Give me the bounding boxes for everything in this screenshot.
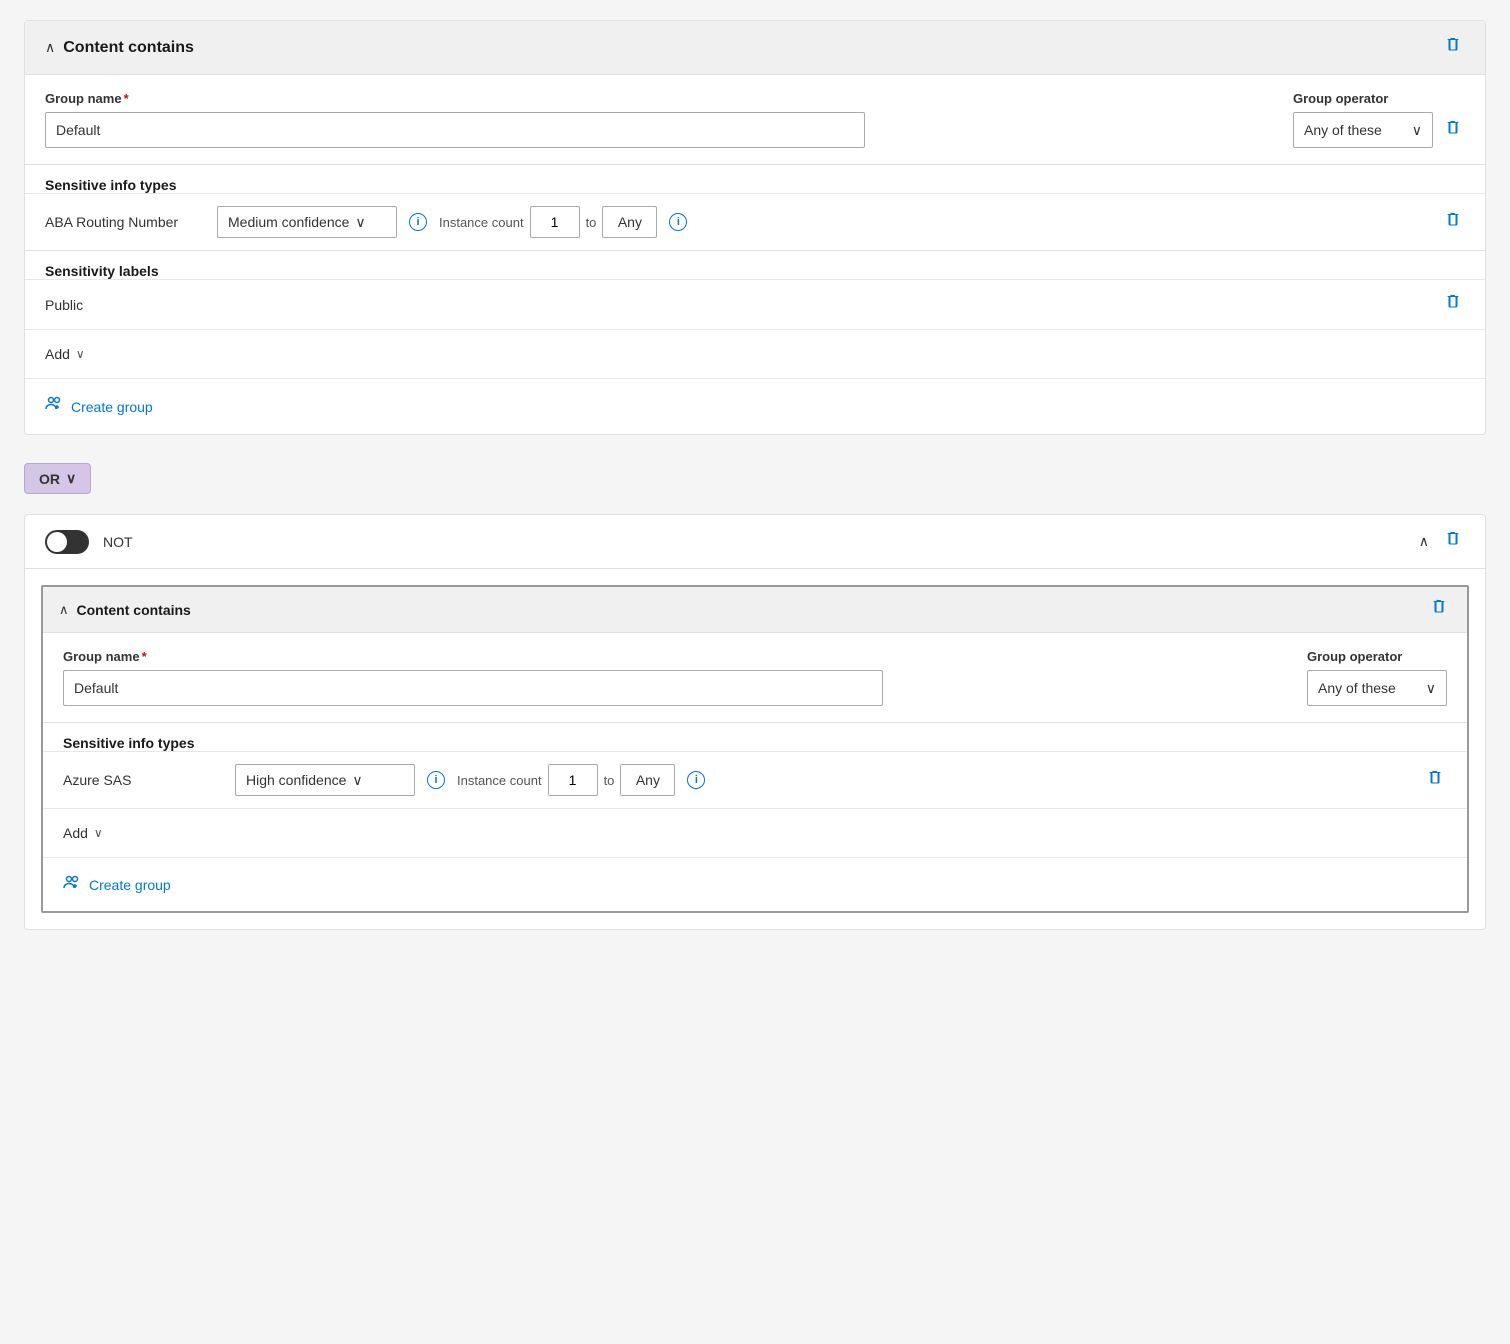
or-section: OR ∨ [24,451,1486,506]
section1-group-name-input[interactable] [45,112,865,148]
section1-confidence-chevron-icon: ∨ [355,214,365,231]
section2-create-group-button[interactable]: Create group [63,870,171,899]
not-toggle[interactable] [45,530,89,554]
not-bottom-padding [25,913,1485,929]
not-label: NOT [103,534,133,550]
section2-create-group-icon [63,874,81,895]
section2-add-label: Add [63,825,88,841]
section1-delete-button[interactable] [1441,35,1465,60]
section1-group-row: Group name* Group operator Any of these … [25,75,1485,164]
section1-public-delete-button[interactable] [1441,292,1465,317]
section1-group-operator-value: Any of these [1304,122,1382,138]
section2-group-name-input[interactable] [63,670,883,706]
section1-sensitivity-labels-label: Sensitivity labels [45,263,1465,279]
section2-confidence-dropdown[interactable]: High confidence ∨ [235,764,415,796]
section1-instance-to-input[interactable] [602,206,657,238]
section2-add-row: Add ∨ [43,808,1467,857]
section2-create-group-label: Create group [89,877,171,893]
section2-group-operator-section: Group operator Any of these ∨ [1307,649,1447,706]
section1-aba-name: ABA Routing Number [45,214,205,230]
section2-delete-button[interactable] [1427,597,1451,622]
section2-inner-header: ∧ Content contains [43,587,1467,633]
section2-azure-delete-button[interactable] [1423,768,1447,793]
section1-group-name-label: Group name* [45,91,1273,106]
section2-title: Content contains [77,602,191,618]
section2-azure-row: Azure SAS High confidence ∨ i Instance c… [43,751,1467,808]
section1-header: ∧ Content contains [25,21,1485,75]
not-section: NOT ∧ ∧ Content contains [24,514,1486,930]
section2-to-label: to [604,773,615,788]
not-header-right: ∧ [1419,529,1465,554]
section2-collapse-icon[interactable]: ∧ [59,602,69,618]
section2-create-group-row: Create group [43,857,1467,911]
section1-sensitivity-subsection: Sensitivity labels [25,250,1485,279]
section1-instance-count-label: Instance count [439,215,524,230]
section1-create-group-icon [45,395,63,418]
section2-group-operator-dropdown[interactable]: Any of these ∨ [1307,670,1447,706]
section2-azure-name: Azure SAS [63,772,223,788]
section2-instance-from-input[interactable] [548,764,598,796]
section2-inner-header-left: ∧ Content contains [59,602,191,618]
section1-aba-left: ABA Routing Number Medium confidence ∨ i… [45,206,1441,238]
section2-group-row: Group name* Group operator Any of these … [43,633,1467,722]
section1-group-name-section: Group name* [45,91,1273,148]
section1-to-label: to [586,215,597,230]
section2-inner-card: ∧ Content contains Group name* Grou [41,585,1469,913]
section1-add-chevron-icon: ∨ [76,347,85,361]
not-header: NOT ∧ [25,515,1485,569]
section1-group-operator-dropdown[interactable]: Any of these ∨ [1293,112,1433,148]
section1-title: Content contains [63,39,194,57]
section1-group-operator-section: Group operator Any of these ∨ [1293,91,1465,148]
section1-header-left: ∧ Content contains [45,39,194,57]
section2-instance-info-icon[interactable]: i [687,771,705,789]
section2-operator-chevron-icon: ∨ [1426,680,1436,697]
section1-add-button[interactable]: Add ∨ [45,342,85,366]
section1-operator-chevron-icon: ∨ [1412,122,1422,139]
page-wrapper: ∧ Content contains Group name* Group ope… [0,0,1510,1344]
or-chevron-icon: ∨ [66,470,76,487]
section2-instance-count-group: Instance count to [457,764,675,796]
section1-aba-row: ABA Routing Number Medium confidence ∨ i… [25,193,1485,250]
section1-card: ∧ Content contains Group name* Group ope… [24,20,1486,435]
section1-public-row: Public [25,279,1485,329]
section2-group-name-section: Group name* [63,649,1287,706]
section1-sensitive-types-label: Sensitive info types [45,177,1465,193]
section1-aba-delete-button[interactable] [1441,210,1465,235]
section2-confidence-info-icon[interactable]: i [427,771,445,789]
not-collapse-icon[interactable]: ∧ [1419,533,1429,550]
section1-group-operator-label: Group operator [1293,91,1465,106]
section1-confidence-value: Medium confidence [228,214,349,230]
section1-public-label: Public [45,297,83,313]
section2-group-operator-label: Group operator [1307,649,1447,664]
section2-confidence-value: High confidence [246,772,346,788]
section2-sensitive-types-label: Sensitive info types [63,735,1447,751]
section2-instance-count-label: Instance count [457,773,542,788]
section1-collapse-icon[interactable]: ∧ [45,39,55,56]
section1-confidence-dropdown[interactable]: Medium confidence ∨ [217,206,397,238]
section1-instance-info-icon[interactable]: i [669,213,687,231]
section1-create-group-button[interactable]: Create group [45,391,153,422]
section1-group-delete-button[interactable] [1441,118,1465,143]
not-header-left: NOT [45,530,133,554]
section1-add-row: Add ∨ [25,329,1485,378]
section2-instance-to-input[interactable] [620,764,675,796]
section2-group-operator-value: Any of these [1318,680,1396,696]
section1-instance-count-group: Instance count to [439,206,657,238]
section1-instance-from-input[interactable] [530,206,580,238]
section2-sensitive-subsection: Sensitive info types [43,722,1467,751]
section2-add-chevron-icon: ∨ [94,826,103,840]
section1-sensitive-subsection: Sensitive info types [25,164,1485,193]
toggle-knob [47,532,67,552]
not-delete-button[interactable] [1441,529,1465,554]
section2-azure-left: Azure SAS High confidence ∨ i Instance c… [63,764,1423,796]
section1-create-group-row: Create group [25,378,1485,434]
or-button[interactable]: OR ∨ [24,463,91,494]
section1-add-label: Add [45,346,70,362]
section2-confidence-chevron-icon: ∨ [352,772,362,789]
section1-confidence-info-icon[interactable]: i [409,213,427,231]
or-label: OR [39,471,60,487]
section1-create-group-label: Create group [71,399,153,415]
section2-group-name-label: Group name* [63,649,1287,664]
section2-add-button[interactable]: Add ∨ [63,821,103,845]
